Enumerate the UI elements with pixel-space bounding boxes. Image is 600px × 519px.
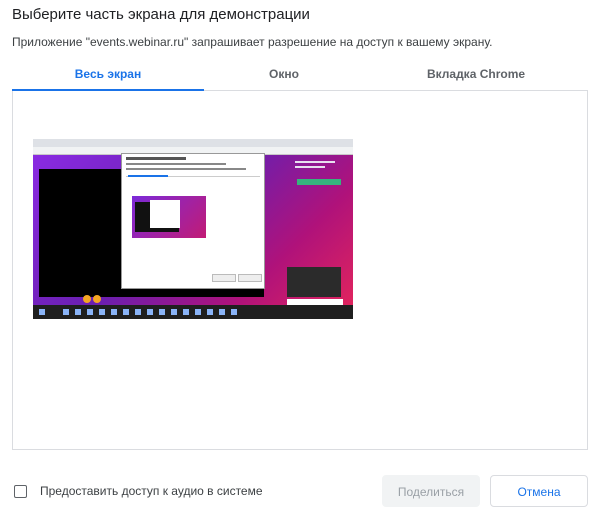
thumbnail-nested-title [126,157,186,160]
thumbnail-taskbar [33,305,353,319]
thumbnail-taskbar-icon [231,309,237,315]
thumbnail-taskbar-icon [219,309,225,315]
thumbnail-taskbar-icon [39,309,45,315]
source-tabs: Весь экран Окно Вкладка Chrome [12,60,588,91]
thumbnail-taskbar-icon [147,309,153,315]
source-list [12,91,588,450]
thumbnail-taskbar-icon [207,309,213,315]
share-button[interactable]: Поделиться [382,475,480,507]
share-audio-label: Предоставить доступ к аудио в системе [40,484,263,498]
thumbnail-taskbar-icon [159,309,165,315]
thumbnail-nested-preview-dialog [150,200,180,228]
share-audio-checkbox[interactable] [14,485,27,498]
thumbnail-taskbar-icon [87,309,93,315]
thumbnail-chat-box [287,267,341,297]
screen-share-dialog: Выберите часть экрана для демонстрации П… [0,0,600,519]
dialog-subtitle: Приложение "events.webinar.ru" запрашива… [12,35,493,49]
tab-chrome-tab[interactable]: Вкладка Chrome [364,60,588,90]
thumbnail-taskbar-icon [111,309,117,315]
screen-thumbnail[interactable] [33,139,353,319]
cancel-button[interactable]: Отмена [490,475,588,507]
thumbnail-taskbar-icon [183,309,189,315]
thumbnail-nested-tab-indicator [128,175,168,177]
tab-entire-screen[interactable]: Весь экран [12,60,204,91]
thumbnail-nested-line [126,168,246,170]
thumbnail-nested-button [212,274,236,282]
thumbnail-taskbar-icon [99,309,105,315]
thumbnail-side-text [295,161,335,163]
thumbnail-taskbar-icon [195,309,201,315]
thumbnail-browser-tabs [33,139,353,147]
thumbnail-taskbar-icon [63,309,69,315]
tab-window[interactable]: Окно [204,60,364,90]
thumbnail-nested-line [126,163,226,165]
thumbnail-side-text [295,166,325,168]
thumbnail-orange-dot [83,295,91,303]
thumbnail-nested-button [238,274,262,282]
thumbnail-taskbar-icon [135,309,141,315]
thumbnail-orange-dot [93,295,101,303]
thumbnail-taskbar-icon [171,309,177,315]
thumbnail-green-button [297,179,341,185]
thumbnail-nested-dialog [121,153,265,289]
thumbnail-nested-preview [132,196,206,238]
thumbnail-taskbar-icon [75,309,81,315]
thumbnail-taskbar-icon [123,309,129,315]
dialog-title: Выберите часть экрана для демонстрации [12,6,310,23]
